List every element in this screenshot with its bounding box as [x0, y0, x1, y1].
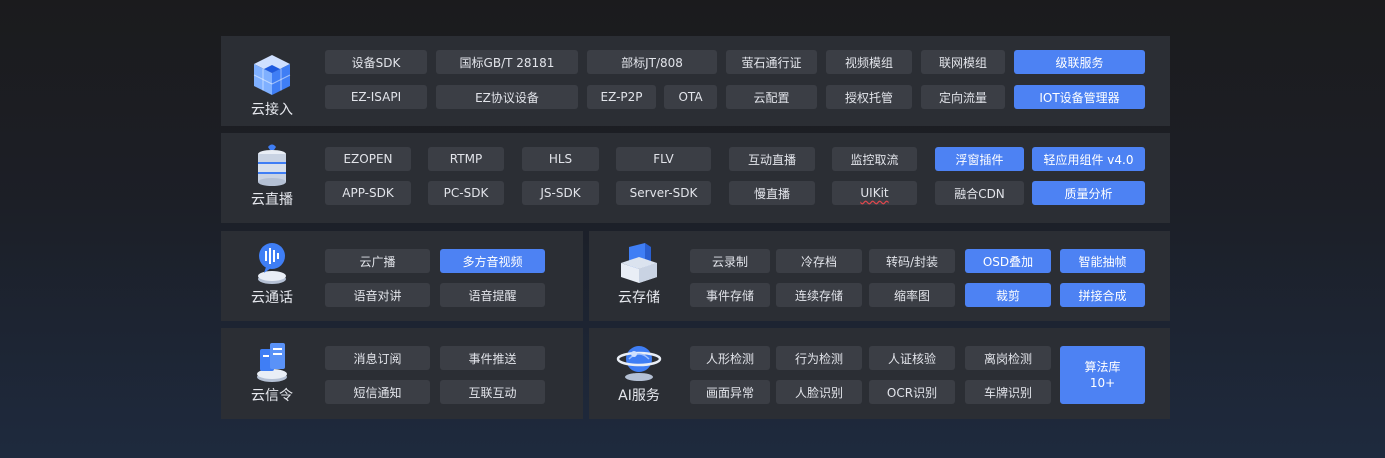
tag-ez-protocol-device[interactable]: EZ协议设备 [436, 85, 578, 109]
tag-transcode-package[interactable]: 转码/封装 [869, 249, 955, 273]
tag-algorithm-library[interactable]: 算法库 10+ [1060, 346, 1145, 404]
tag-flv[interactable]: FLV [616, 147, 711, 171]
tag-ez-p2p[interactable]: EZ-P2P [587, 85, 656, 109]
cloud-storage-category: 云存储 [599, 239, 679, 307]
cloud-signal-category: 云信令 [232, 337, 312, 405]
tag-ezopen[interactable]: EZOPEN [325, 147, 411, 171]
tag-interactive-live[interactable]: 互动直播 [729, 147, 815, 171]
cloud-live-category: 云直播 [232, 141, 312, 209]
tag-gb28181[interactable]: 国标GB/T 28181 [436, 50, 578, 74]
ai-service-label: AI服务 [618, 388, 660, 404]
signal-cards-icon [248, 337, 296, 385]
tag-cloud-config[interactable]: 云配置 [726, 85, 817, 109]
tag-image-anomaly[interactable]: 画面异常 [690, 380, 770, 404]
tag-jt808[interactable]: 部标JT/808 [587, 50, 717, 74]
tag-continuous-storage[interactable]: 连续存储 [776, 283, 862, 307]
cloud-talk-panel: 云通话 云广播 多方音视频 语音对讲 语音提醒 [221, 231, 583, 321]
cube-grid-icon [248, 51, 296, 99]
tag-fusion-cdn[interactable]: 融合CDN [935, 181, 1024, 205]
cloud-signal-label: 云信令 [251, 388, 293, 404]
tag-sms-notify[interactable]: 短信通知 [325, 380, 430, 404]
tag-monitor-stream[interactable]: 监控取流 [832, 147, 917, 171]
tag-device-sdk[interactable]: 设备SDK [325, 50, 427, 74]
tag-network-module[interactable]: 联网模组 [921, 50, 1005, 74]
ai-globe-icon [615, 337, 663, 385]
tag-behavior-detection[interactable]: 行为检测 [776, 346, 862, 370]
tag-video-module[interactable]: 视频模组 [826, 50, 912, 74]
tag-thumbnail[interactable]: 缩率图 [869, 283, 955, 307]
tag-cascade-service[interactable]: 级联服务 [1014, 50, 1145, 74]
tag-rtmp[interactable]: RTMP [428, 147, 504, 171]
cloud-access-panel: 云接入 设备SDK 国标GB/T 28181 部标JT/808 萤石通行证 视频… [221, 36, 1170, 126]
tag-pc-sdk[interactable]: PC-SDK [428, 181, 504, 205]
tag-directed-traffic[interactable]: 定向流量 [921, 85, 1005, 109]
tag-ocr-recognition[interactable]: OCR识别 [869, 380, 955, 404]
tag-light-app-component[interactable]: 轻应用组件 v4.0 [1032, 147, 1145, 171]
tag-crop[interactable]: 裁剪 [965, 283, 1051, 307]
tag-voice-intercom[interactable]: 语音对讲 [325, 283, 430, 307]
cloud-live-label: 云直播 [251, 192, 293, 208]
tag-app-sdk[interactable]: APP-SDK [325, 181, 411, 205]
cloud-talk-label: 云通话 [251, 290, 293, 306]
tag-off-post-detection[interactable]: 离岗检测 [965, 346, 1051, 370]
voice-bubble-icon [248, 239, 296, 287]
tag-voice-reminder[interactable]: 语音提醒 [440, 283, 545, 307]
tag-ota[interactable]: OTA [664, 85, 717, 109]
tag-message-subscribe[interactable]: 消息订阅 [325, 346, 430, 370]
tag-iot-device-manager[interactable]: IOT设备管理器 [1014, 85, 1145, 109]
tag-human-detection[interactable]: 人形检测 [690, 346, 770, 370]
tag-cloud-recording[interactable]: 云录制 [690, 249, 770, 273]
tag-quality-analysis[interactable]: 质量分析 [1032, 181, 1145, 205]
tag-ez-isapi[interactable]: EZ-ISAPI [325, 85, 427, 109]
tag-event-push[interactable]: 事件推送 [440, 346, 545, 370]
cloud-storage-label: 云存储 [618, 290, 660, 306]
tag-interconnect[interactable]: 互联互动 [440, 380, 545, 404]
tag-js-sdk[interactable]: JS-SDK [522, 181, 599, 205]
cloud-talk-category: 云通话 [232, 239, 312, 307]
tag-uikit[interactable]: UIKit [832, 181, 917, 205]
storage-box-icon [615, 239, 663, 287]
tag-cold-archive[interactable]: 冷存档 [776, 249, 862, 273]
tag-float-plugin[interactable]: 浮窗插件 [935, 147, 1024, 171]
tag-multi-party-av[interactable]: 多方音视频 [440, 249, 545, 273]
tag-cloud-broadcast[interactable]: 云广播 [325, 249, 430, 273]
cloud-access-label: 云接入 [251, 102, 293, 118]
cloud-signal-panel: 云信令 消息订阅 事件推送 短信通知 互联互动 [221, 328, 583, 419]
ai-service-category: AI服务 [599, 337, 679, 405]
server-stack-icon [248, 141, 296, 189]
tag-smart-frame-extract[interactable]: 智能抽帧 [1060, 249, 1145, 273]
tag-hls[interactable]: HLS [522, 147, 599, 171]
cloud-storage-panel: 云存储 云录制 冷存档 转码/封装 OSD叠加 智能抽帧 事件存储 连续存储 缩… [589, 231, 1170, 321]
tag-ezviz-pass[interactable]: 萤石通行证 [726, 50, 817, 74]
tag-osd-overlay[interactable]: OSD叠加 [965, 249, 1051, 273]
tag-auth-hosting[interactable]: 授权托管 [826, 85, 912, 109]
tag-event-storage[interactable]: 事件存储 [690, 283, 770, 307]
tag-plate-recognition[interactable]: 车牌识别 [965, 380, 1051, 404]
tag-face-recognition[interactable]: 人脸识别 [776, 380, 862, 404]
tag-stitch-compose[interactable]: 拼接合成 [1060, 283, 1145, 307]
tag-slow-live[interactable]: 慢直播 [729, 181, 815, 205]
cloud-access-category: 云接入 [232, 51, 312, 119]
ai-service-panel: AI服务 人形检测 行为检测 人证核验 离岗检测 画面异常 人脸识别 OCR识别… [589, 328, 1170, 419]
tag-id-verification[interactable]: 人证核验 [869, 346, 955, 370]
cloud-live-panel: 云直播 EZOPEN RTMP HLS FLV 互动直播 监控取流 浮窗插件 轻… [221, 133, 1170, 223]
tag-uikit-label: UIKit [860, 186, 889, 200]
tag-server-sdk[interactable]: Server-SDK [616, 181, 711, 205]
